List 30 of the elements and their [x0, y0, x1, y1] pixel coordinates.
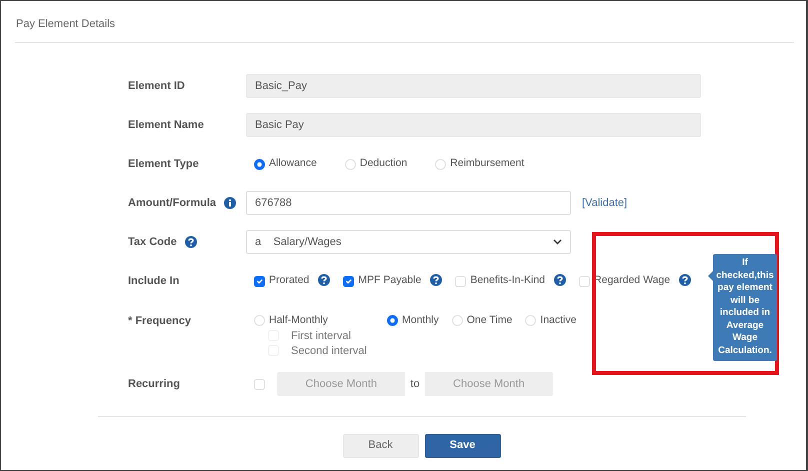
option-label: Benefits-In-Kind	[470, 273, 546, 288]
tax-code-select[interactable]: a Salary/Wages	[246, 230, 571, 254]
panel-title: Pay Element Details	[15, 17, 116, 32]
field-label: Amount/Formula	[128, 196, 216, 211]
option-label: Allowance	[269, 156, 317, 172]
option-label: Deduction	[360, 156, 408, 172]
readonly-field: Basic Pay	[246, 113, 701, 137]
field-label: Element Name	[128, 118, 204, 133]
validate-link[interactable]: [Validate]	[582, 194, 628, 212]
option-label: Prorated	[269, 273, 310, 288]
field-label: Recurring	[128, 376, 180, 392]
option-label: MPF Payable	[358, 273, 422, 288]
save-button[interactable]: Save	[424, 434, 500, 458]
field-label: Element ID	[128, 78, 185, 94]
option-label: Monthly	[402, 312, 439, 328]
field-label: Tax Code	[128, 234, 177, 250]
field-label: Element Type	[128, 156, 199, 172]
back-button[interactable]: Back	[342, 434, 418, 458]
amount-field[interactable]: 676788	[246, 191, 571, 215]
option-label: Inactive	[540, 312, 576, 328]
field-label: * Frequency	[128, 314, 191, 328]
option-label: Reimbursement	[450, 156, 524, 172]
option-label: First interval	[291, 328, 351, 344]
range-separator: to	[405, 372, 425, 396]
readonly-field: Basic_Pay	[246, 74, 701, 98]
option-label: Half-Monthly	[269, 312, 328, 328]
option-label: One Time	[466, 312, 512, 328]
field-label: Include In	[128, 274, 180, 289]
tooltip: If checked,this pay element will be included in Average Wage Calculation.	[713, 254, 777, 361]
option-label: Second interval	[291, 344, 367, 358]
